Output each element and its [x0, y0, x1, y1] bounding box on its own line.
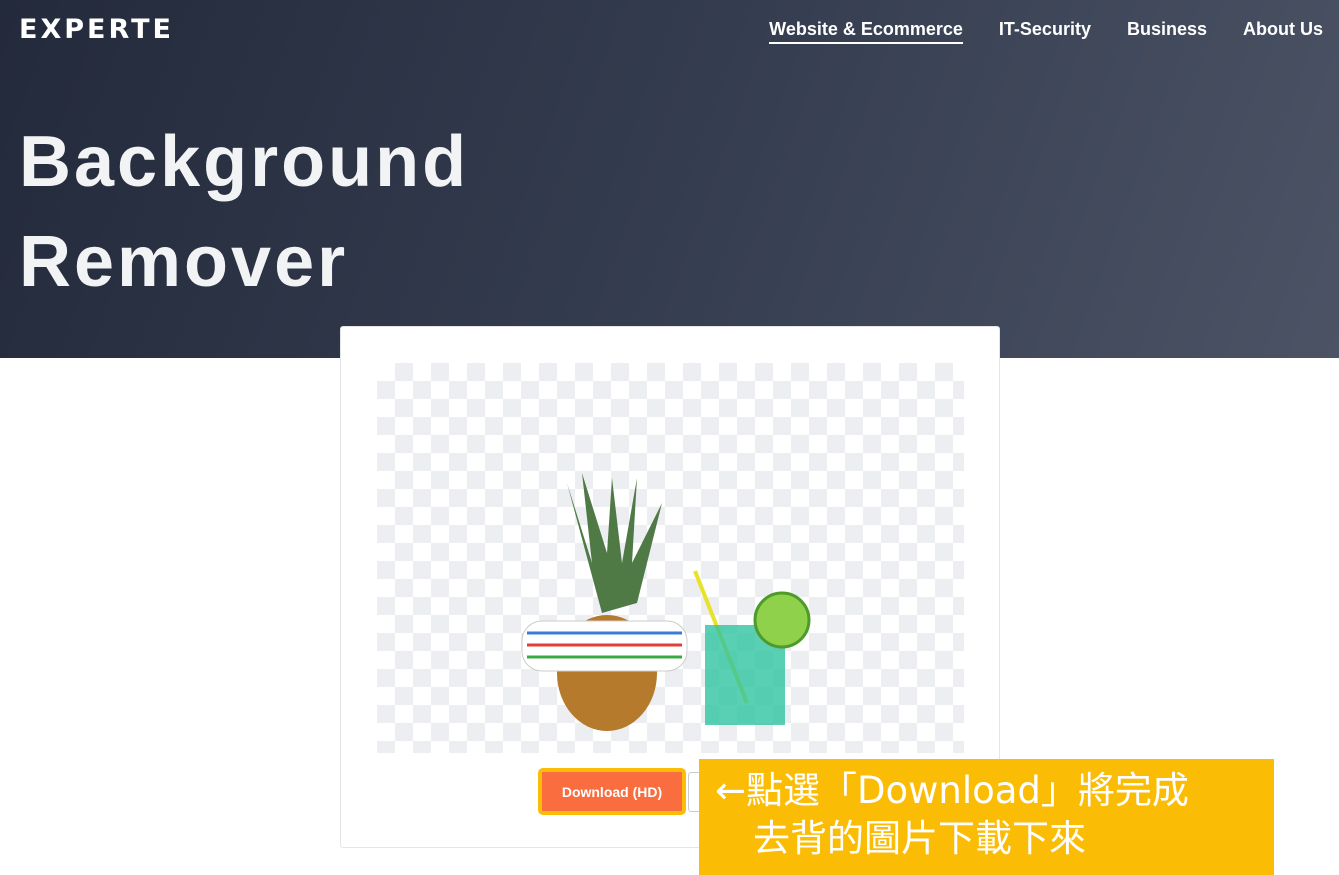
result-image [521, 473, 811, 731]
image-preview [377, 363, 964, 753]
download-highlight: Download (HD) [538, 768, 686, 815]
nav-business[interactable]: Business [1127, 19, 1207, 44]
annotation-callout: ←點選「Download」將完成 去背的圖片下載下來 [699, 759, 1274, 875]
download-hd-button[interactable]: Download (HD) [542, 772, 682, 811]
hero-banner: EXPERTE Website & Ecommerce IT-Security … [0, 0, 1339, 358]
logo[interactable]: EXPERTE [19, 14, 174, 45]
nav-website-ecommerce[interactable]: Website & Ecommerce [769, 19, 963, 44]
cocktail-image [693, 570, 811, 725]
annotation-line-1: ←點選「Download」將完成 [715, 769, 1189, 812]
nav-it-security[interactable]: IT-Security [999, 19, 1091, 44]
page-title: Background Remover [19, 122, 470, 302]
annotation-line-2: 去背的圖片下載下來 [753, 817, 1086, 860]
main-nav: Website & Ecommerce IT-Security Business… [769, 19, 1323, 44]
pineapple-image [521, 473, 688, 731]
nav-about-us[interactable]: About Us [1243, 19, 1323, 44]
